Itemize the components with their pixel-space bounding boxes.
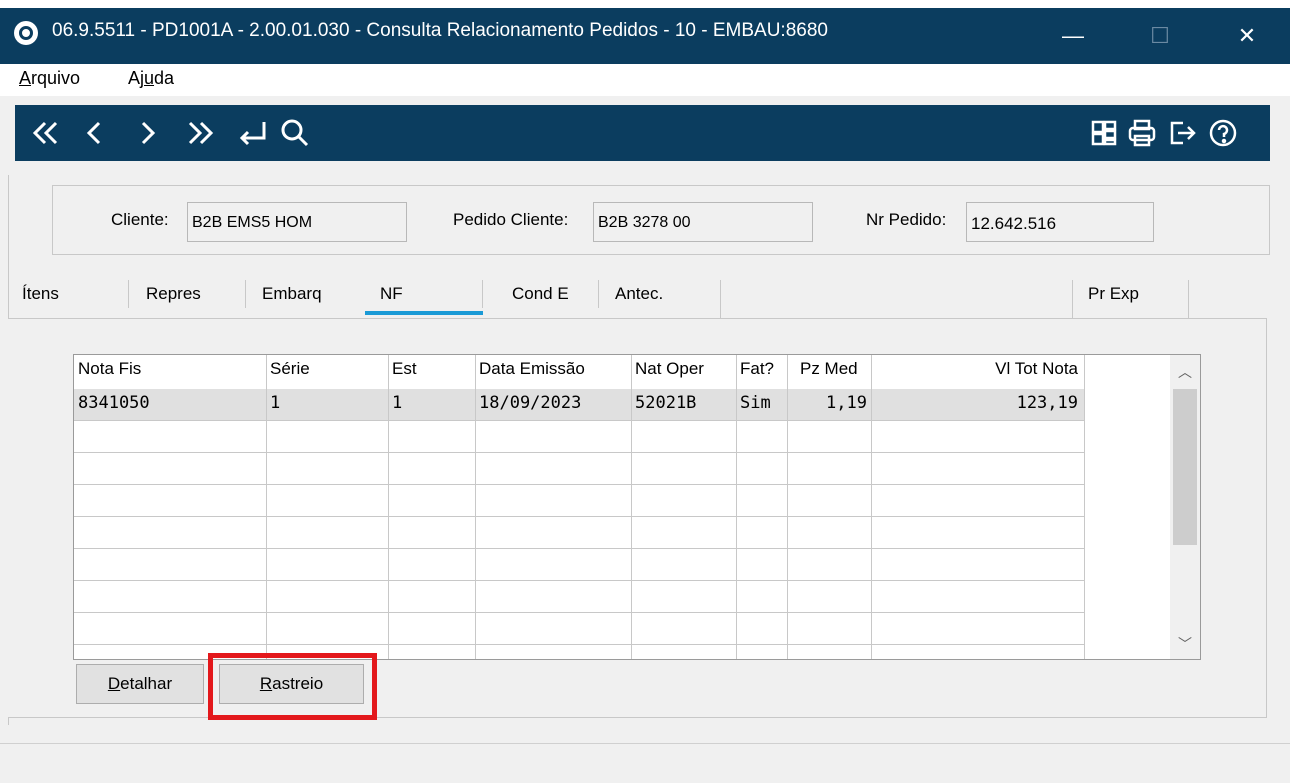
window-title: 06.9.5511 - PD1001A - 2.00.01.030 - Cons… <box>52 20 828 41</box>
col-header-data-emissao[interactable]: Data Emissão <box>479 359 585 379</box>
tab-embarq[interactable]: Embarq <box>262 284 322 304</box>
nr-pedido-field[interactable]: 12.642.516 <box>966 202 1154 242</box>
pedido-cliente-field[interactable]: B2B 3278 00 <box>593 202 813 242</box>
cell-fat: Sim <box>740 393 771 413</box>
cell-pz-med: 1,19 <box>826 393 867 413</box>
scroll-down-icon[interactable]: ﹀ <box>1170 629 1200 659</box>
nf-grid[interactable]: Nota Fis Série Est Data Emissão Nat Oper… <box>73 354 1201 660</box>
tab-separator <box>128 280 129 308</box>
tab-nf[interactable]: NF <box>380 284 403 304</box>
tab-separator <box>1072 280 1073 320</box>
tab-separator <box>598 280 599 308</box>
status-divider <box>0 743 1290 744</box>
tab-repres[interactable]: Repres <box>146 284 201 304</box>
close-button[interactable]: ✕ <box>1207 8 1287 64</box>
cell-vl-tot-nota: 123,19 <box>1016 393 1078 413</box>
cell-nota-fis: 8341050 <box>78 393 150 413</box>
menu-ajuda[interactable]: Ajuda <box>128 68 174 89</box>
tab-separator <box>245 280 246 308</box>
tab-separator <box>1188 280 1189 320</box>
tab-itens[interactable]: Ítens <box>22 284 59 304</box>
exit-icon[interactable] <box>1162 112 1202 154</box>
menu-bar <box>0 64 1290 96</box>
tab-antec[interactable]: Antec. <box>615 284 663 304</box>
tab-separator <box>482 280 483 308</box>
app-icon <box>14 21 38 45</box>
tab-separator <box>720 280 721 320</box>
col-header-nota-fis[interactable]: Nota Fis <box>78 359 141 379</box>
menu-arquivo[interactable]: Arquivo <box>19 68 80 89</box>
cell-serie: 1 <box>270 393 281 413</box>
print-icon[interactable] <box>1122 112 1162 154</box>
col-header-serie[interactable]: Série <box>270 359 310 379</box>
vertical-scrollbar[interactable]: ︿ ﹀ <box>1170 355 1200 659</box>
first-record-icon[interactable] <box>26 112 66 154</box>
help-icon[interactable] <box>1203 112 1243 154</box>
minimize-button[interactable]: — <box>1033 8 1113 64</box>
tab-cond-e[interactable]: Cond E <box>512 284 569 304</box>
scroll-up-icon[interactable]: ︿ <box>1170 357 1200 387</box>
col-header-pz-med[interactable]: Pz Med <box>800 359 858 379</box>
col-header-est[interactable]: Est <box>392 359 417 379</box>
cliente-field[interactable]: B2B EMS5 HOM <box>187 202 407 242</box>
scroll-thumb[interactable] <box>1173 389 1197 545</box>
layout-icon[interactable] <box>1084 112 1124 154</box>
previous-record-icon[interactable] <box>75 112 115 154</box>
go-to-icon[interactable] <box>233 112 273 154</box>
pedido-cliente-label: Pedido Cliente: <box>453 210 569 229</box>
last-record-icon[interactable] <box>180 112 220 154</box>
col-header-fat[interactable]: Fat? <box>740 359 774 379</box>
cliente-label: Cliente: <box>111 210 169 229</box>
cell-nat-oper: 52021B <box>635 393 697 413</box>
col-header-nat-oper[interactable]: Nat Oper <box>635 359 704 379</box>
maximize-button[interactable]: ☐ <box>1120 8 1200 64</box>
col-header-vl-tot-nota[interactable]: Vl Tot Nota <box>875 359 1078 379</box>
next-record-icon[interactable] <box>127 112 167 154</box>
detalhar-button[interactable]: Detalhar <box>76 664 204 704</box>
cell-data-emissao: 18/09/2023 <box>479 393 582 413</box>
active-tab-indicator <box>365 311 483 315</box>
cell-est: 1 <box>392 393 403 413</box>
nr-pedido-label: Nr Pedido: <box>866 210 947 229</box>
highlight-box <box>208 653 377 720</box>
search-icon[interactable] <box>275 112 315 154</box>
tab-pr-exp[interactable]: Pr Exp <box>1088 284 1139 304</box>
